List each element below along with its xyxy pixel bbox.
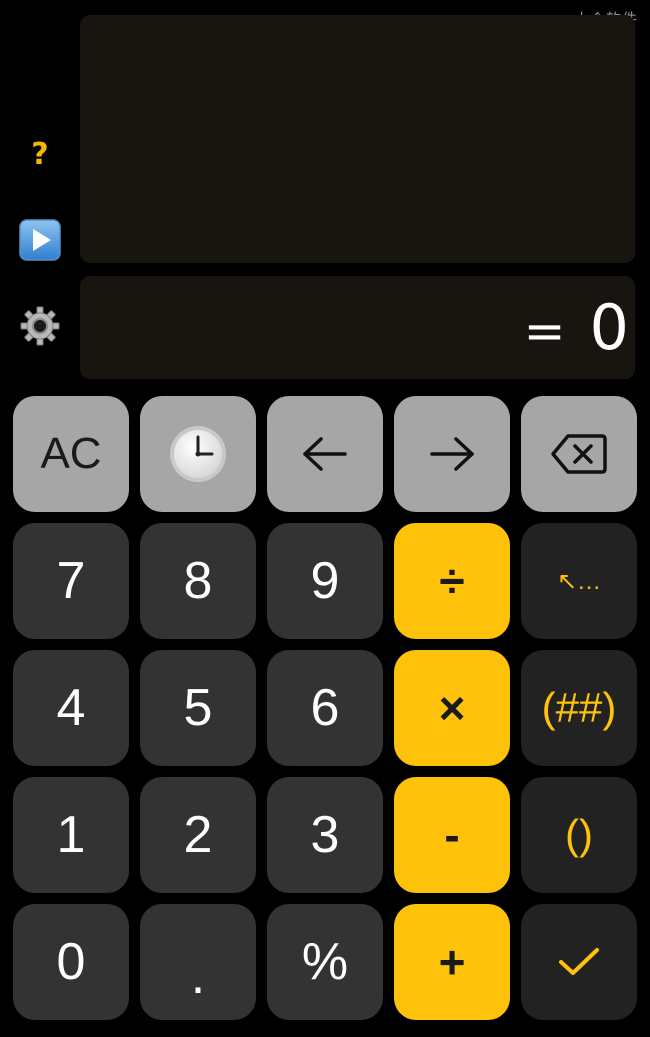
arrow-right-icon — [430, 437, 474, 471]
history-button[interactable] — [140, 396, 256, 512]
help-button[interactable]: ? — [18, 132, 62, 176]
result-value: 0 — [589, 290, 629, 364]
divide-button[interactable]: ÷ — [394, 523, 510, 639]
plus-button[interactable]: + — [394, 904, 510, 1020]
result-display: = 0 — [80, 276, 635, 379]
cursor-left-button[interactable] — [267, 396, 383, 512]
digit-0-button[interactable]: 0 — [13, 904, 129, 1020]
cursor-right-button[interactable] — [394, 396, 510, 512]
digit-5-button[interactable]: 5 — [140, 650, 256, 766]
plus-label: + — [438, 936, 466, 988]
keypad: AC 7 8 9 ÷ ↖... 4 5 6 × (##) 1 2 3 - () … — [13, 396, 637, 1020]
digit-7-button[interactable]: 7 — [13, 523, 129, 639]
paren-wrap-button[interactable]: (##) — [521, 650, 637, 766]
multiply-label: × — [438, 682, 466, 734]
clear-label: AC — [40, 429, 102, 478]
result-equals-sign: = — [523, 302, 566, 361]
digit-1-button[interactable]: 1 — [13, 777, 129, 893]
settings-button[interactable] — [18, 304, 62, 348]
digit-9-button[interactable]: 9 — [267, 523, 383, 639]
digit-8-button[interactable]: 8 — [140, 523, 256, 639]
digit-3-button[interactable]: 3 — [267, 777, 383, 893]
digit-4-button[interactable]: 4 — [13, 650, 129, 766]
multiply-button[interactable]: × — [394, 650, 510, 766]
divide-label: ÷ — [439, 555, 465, 607]
backspace-button[interactable] — [521, 396, 637, 512]
arrow-left-icon — [303, 437, 347, 471]
gear-icon — [20, 306, 60, 346]
previous-answer-button[interactable]: ↖... — [521, 523, 637, 639]
digit-6-button[interactable]: 6 — [267, 650, 383, 766]
previous-answer-label: ↖... — [556, 567, 602, 595]
minus-label: - — [444, 809, 460, 861]
decimal-label: . — [190, 947, 206, 1005]
backspace-icon — [551, 434, 607, 474]
percent-button[interactable]: % — [267, 904, 383, 1020]
clear-button[interactable]: AC — [13, 396, 129, 512]
history-display[interactable] — [80, 15, 635, 263]
minus-button[interactable]: - — [394, 777, 510, 893]
play-button[interactable] — [18, 218, 62, 262]
play-icon — [19, 219, 61, 261]
decimal-button[interactable]: . — [140, 904, 256, 1020]
confirm-button[interactable] — [521, 904, 637, 1020]
result-readout: = 0 — [523, 296, 629, 361]
paren-wrap-label: (##) — [541, 684, 617, 731]
parens-label: () — [565, 811, 593, 858]
checkmark-icon — [559, 948, 599, 975]
clock-icon — [170, 426, 226, 482]
digit-2-button[interactable]: 2 — [140, 777, 256, 893]
parens-button[interactable]: () — [521, 777, 637, 893]
